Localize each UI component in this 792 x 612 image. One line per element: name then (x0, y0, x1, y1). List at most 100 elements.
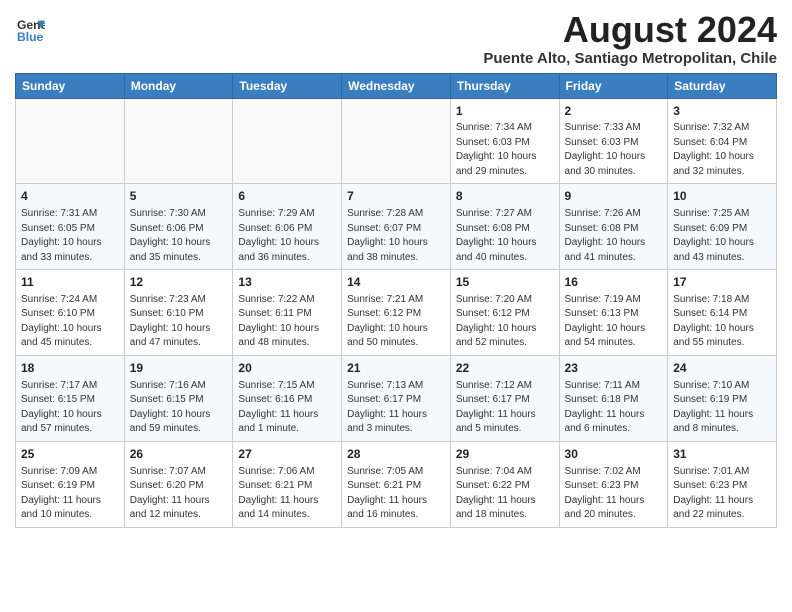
day-info: Sunrise: 7:29 AMSunset: 6:06 PMDaylight:… (238, 207, 336, 265)
calendar-table: Sunday Monday Tuesday Wednesday Thursday… (15, 73, 777, 528)
day-info: Sunrise: 7:01 AMSunset: 6:23 PMDaylight:… (673, 465, 771, 523)
day-info: Sunrise: 7:25 AMSunset: 6:09 PMDaylight:… (673, 207, 771, 265)
calendar-cell-2-5: 8 Sunrise: 7:27 AMSunset: 6:08 PMDaylight… (450, 184, 559, 270)
calendar-cell-2-6: 9 Sunrise: 7:26 AMSunset: 6:08 PMDaylight… (559, 184, 668, 270)
day-number: 8 (456, 188, 554, 205)
day-number: 28 (347, 446, 445, 463)
day-number: 3 (673, 103, 771, 120)
calendar-cell-5-7: 31 Sunrise: 7:01 AMSunset: 6:23 PMDayligh… (668, 441, 777, 527)
day-info: Sunrise: 7:31 AMSunset: 6:05 PMDaylight:… (21, 207, 119, 265)
col-friday: Friday (559, 73, 668, 98)
day-number: 14 (347, 274, 445, 291)
day-info: Sunrise: 7:26 AMSunset: 6:08 PMDaylight:… (565, 207, 663, 265)
col-sunday: Sunday (16, 73, 125, 98)
calendar-cell-3-6: 16 Sunrise: 7:19 AMSunset: 6:13 PMDayligh… (559, 270, 668, 356)
day-info: Sunrise: 7:05 AMSunset: 6:21 PMDaylight:… (347, 465, 445, 523)
day-info: Sunrise: 7:27 AMSunset: 6:08 PMDaylight:… (456, 207, 554, 265)
day-info: Sunrise: 7:30 AMSunset: 6:06 PMDaylight:… (130, 207, 228, 265)
day-number: 16 (565, 274, 663, 291)
day-number: 26 (130, 446, 228, 463)
title-block: August 2024 Puente Alto, Santiago Metrop… (483, 10, 777, 67)
day-info: Sunrise: 7:04 AMSunset: 6:22 PMDaylight:… (456, 465, 554, 523)
day-info: Sunrise: 7:23 AMSunset: 6:10 PMDaylight:… (130, 293, 228, 351)
day-info: Sunrise: 7:17 AMSunset: 6:15 PMDaylight:… (21, 379, 119, 437)
calendar-cell-4-5: 22 Sunrise: 7:12 AMSunset: 6:17 PMDayligh… (450, 355, 559, 441)
day-info: Sunrise: 7:22 AMSunset: 6:11 PMDaylight:… (238, 293, 336, 351)
calendar-cell-5-3: 27Sunrise: 7:06 AMSunset: 6:21 PMDayligh… (233, 441, 342, 527)
calendar-cell-3-1: 11Sunrise: 7:24 AMSunset: 6:10 PMDayligh… (16, 270, 125, 356)
calendar-subtitle: Puente Alto, Santiago Metropolitan, Chil… (483, 50, 777, 67)
calendar-cell-1-2 (124, 98, 233, 184)
day-number: 4 (21, 188, 119, 205)
day-info: Sunrise: 7:13 AMSunset: 6:17 PMDaylight:… (347, 379, 445, 437)
calendar-cell-2-3: 6Sunrise: 7:29 AMSunset: 6:06 PMDaylight… (233, 184, 342, 270)
calendar-cell-5-4: 28 Sunrise: 7:05 AMSunset: 6:21 PMDayligh… (342, 441, 451, 527)
calendar-cell-2-4: 7 Sunrise: 7:28 AMSunset: 6:07 PMDaylight… (342, 184, 451, 270)
calendar-cell-1-6: 2Sunrise: 7:33 AMSunset: 6:03 PMDaylight… (559, 98, 668, 184)
calendar-cell-1-1 (16, 98, 125, 184)
calendar-cell-4-7: 24Sunrise: 7:10 AMSunset: 6:19 PMDayligh… (668, 355, 777, 441)
calendar-cell-2-2: 5 Sunrise: 7:30 AMSunset: 6:06 PMDaylight… (124, 184, 233, 270)
day-info: Sunrise: 7:02 AMSunset: 6:23 PMDaylight:… (565, 465, 663, 523)
day-info: Sunrise: 7:15 AMSunset: 6:16 PMDaylight:… (238, 379, 336, 437)
calendar-week-5: 25 Sunrise: 7:09 AMSunset: 6:19 PMDayligh… (16, 441, 777, 527)
day-number: 5 (130, 188, 228, 205)
day-number: 22 (456, 360, 554, 377)
day-number: 17 (673, 274, 771, 291)
day-info: Sunrise: 7:19 AMSunset: 6:13 PMDaylight:… (565, 293, 663, 351)
day-number: 10 (673, 188, 771, 205)
calendar-cell-1-5: 1Sunrise: 7:34 AMSunset: 6:03 PMDaylight… (450, 98, 559, 184)
calendar-week-1: 1Sunrise: 7:34 AMSunset: 6:03 PMDaylight… (16, 98, 777, 184)
header-row: Sunday Monday Tuesday Wednesday Thursday… (16, 73, 777, 98)
calendar-cell-5-5: 29Sunrise: 7:04 AMSunset: 6:22 PMDayligh… (450, 441, 559, 527)
calendar-week-3: 11Sunrise: 7:24 AMSunset: 6:10 PMDayligh… (16, 270, 777, 356)
day-info: Sunrise: 7:20 AMSunset: 6:12 PMDaylight:… (456, 293, 554, 351)
day-number: 18 (21, 360, 119, 377)
calendar-title: August 2024 (483, 10, 777, 50)
calendar-cell-1-3 (233, 98, 342, 184)
day-info: Sunrise: 7:07 AMSunset: 6:20 PMDaylight:… (130, 465, 228, 523)
day-info: Sunrise: 7:21 AMSunset: 6:12 PMDaylight:… (347, 293, 445, 351)
calendar-week-2: 4 Sunrise: 7:31 AMSunset: 6:05 PMDaylight… (16, 184, 777, 270)
day-info: Sunrise: 7:09 AMSunset: 6:19 PMDaylight:… (21, 465, 119, 523)
day-number: 12 (130, 274, 228, 291)
calendar-cell-2-7: 10 Sunrise: 7:25 AMSunset: 6:09 PMDayligh… (668, 184, 777, 270)
day-info: Sunrise: 7:34 AMSunset: 6:03 PMDaylight:… (456, 121, 554, 179)
page-header: General Blue August 2024 Puente Alto, Sa… (15, 10, 777, 67)
day-number: 25 (21, 446, 119, 463)
day-number: 31 (673, 446, 771, 463)
day-info: Sunrise: 7:18 AMSunset: 6:14 PMDaylight:… (673, 293, 771, 351)
calendar-cell-3-7: 17 Sunrise: 7:18 AMSunset: 6:14 PMDayligh… (668, 270, 777, 356)
day-number: 7 (347, 188, 445, 205)
calendar-cell-4-1: 18 Sunrise: 7:17 AMSunset: 6:15 PMDayligh… (16, 355, 125, 441)
col-wednesday: Wednesday (342, 73, 451, 98)
day-number: 21 (347, 360, 445, 377)
day-info: Sunrise: 7:32 AMSunset: 6:04 PMDaylight:… (673, 121, 771, 179)
day-number: 30 (565, 446, 663, 463)
svg-text:Blue: Blue (17, 30, 44, 44)
day-info: Sunrise: 7:10 AMSunset: 6:19 PMDaylight:… (673, 379, 771, 437)
calendar-cell-3-4: 14 Sunrise: 7:21 AMSunset: 6:12 PMDayligh… (342, 270, 451, 356)
day-number: 23 (565, 360, 663, 377)
calendar-cell-4-6: 23 Sunrise: 7:11 AMSunset: 6:18 PMDayligh… (559, 355, 668, 441)
calendar-cell-5-2: 26 Sunrise: 7:07 AMSunset: 6:20 PMDayligh… (124, 441, 233, 527)
day-number: 2 (565, 103, 663, 120)
calendar-week-4: 18 Sunrise: 7:17 AMSunset: 6:15 PMDayligh… (16, 355, 777, 441)
day-number: 11 (21, 274, 119, 291)
calendar-cell-4-4: 21 Sunrise: 7:13 AMSunset: 6:17 PMDayligh… (342, 355, 451, 441)
day-number: 15 (456, 274, 554, 291)
day-info: Sunrise: 7:11 AMSunset: 6:18 PMDaylight:… (565, 379, 663, 437)
day-info: Sunrise: 7:06 AMSunset: 6:21 PMDaylight:… (238, 465, 336, 523)
day-info: Sunrise: 7:12 AMSunset: 6:17 PMDaylight:… (456, 379, 554, 437)
calendar-cell-3-5: 15 Sunrise: 7:20 AMSunset: 6:12 PMDayligh… (450, 270, 559, 356)
calendar-cell-4-3: 20Sunrise: 7:15 AMSunset: 6:16 PMDayligh… (233, 355, 342, 441)
calendar-cell-2-1: 4 Sunrise: 7:31 AMSunset: 6:05 PMDaylight… (16, 184, 125, 270)
day-info: Sunrise: 7:28 AMSunset: 6:07 PMDaylight:… (347, 207, 445, 265)
day-info: Sunrise: 7:16 AMSunset: 6:15 PMDaylight:… (130, 379, 228, 437)
day-number: 13 (238, 274, 336, 291)
day-number: 9 (565, 188, 663, 205)
logo: General Blue (15, 16, 45, 49)
calendar-cell-3-2: 12 Sunrise: 7:23 AMSunset: 6:10 PMDayligh… (124, 270, 233, 356)
col-tuesday: Tuesday (233, 73, 342, 98)
day-number: 1 (456, 103, 554, 120)
